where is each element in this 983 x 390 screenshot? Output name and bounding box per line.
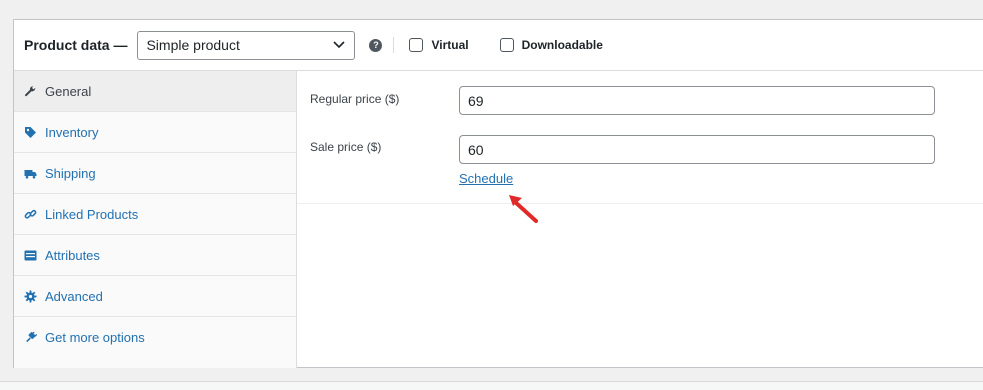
link-icon (24, 208, 37, 221)
tab-advanced[interactable]: Advanced (14, 276, 296, 317)
schedule-link[interactable]: Schedule (459, 171, 513, 186)
tag-icon (24, 126, 37, 139)
plug-icon (24, 331, 37, 344)
pricing-fields: Regular price ($) 69 Sale price ($) 60 S… (297, 71, 983, 223)
product-data-tabs: General Inventory Shipping Linked Produc… (14, 71, 297, 368)
general-tab-panel: Regular price ($) 69 Sale price ($) 60 S… (297, 71, 983, 368)
gear-icon (24, 290, 37, 303)
regular-price-label: Regular price ($) (310, 92, 400, 106)
virtual-checkbox[interactable] (409, 38, 424, 52)
tab-general[interactable]: General (14, 71, 296, 112)
truck-icon (24, 167, 37, 180)
tab-inventory[interactable]: Inventory (14, 112, 296, 153)
tab-attributes[interactable]: Attributes (14, 235, 296, 276)
panel-title: Product data — (24, 37, 128, 53)
virtual-checkbox-option[interactable]: Virtual (409, 38, 469, 52)
tab-linked-products-label: Linked Products (45, 206, 139, 222)
product-type-value: Simple product (146, 37, 240, 53)
downloadable-checkbox-option[interactable]: Downloadable (499, 38, 603, 52)
tab-shipping-label: Shipping (45, 165, 96, 181)
sale-price-input[interactable]: 60 (459, 135, 935, 164)
tab-general-label: General (45, 83, 92, 99)
tab-get-more-options[interactable]: Get more options (14, 317, 296, 358)
sale-price-label: Sale price ($) (310, 140, 382, 154)
virtual-label: Virtual (431, 38, 469, 52)
tab-advanced-label: Advanced (45, 288, 103, 304)
tab-inventory-label: Inventory (45, 124, 99, 140)
product-data-panel: Product data — Simple product ? Virtual … (13, 19, 983, 368)
tab-linked-products[interactable]: Linked Products (14, 194, 296, 235)
page: Product data — Simple product ? Virtual … (0, 0, 983, 390)
tab-attributes-label: Attributes (45, 247, 100, 263)
product-type-select[interactable]: Simple product (137, 30, 356, 60)
tab-shipping[interactable]: Shipping (14, 153, 296, 194)
tab-get-more-options-label: Get more options (45, 330, 145, 345)
product-data-header: Product data — Simple product ? Virtual … (14, 20, 983, 71)
wrench-icon (24, 85, 37, 98)
list-icon (24, 249, 37, 262)
downloadable-label: Downloadable (521, 38, 603, 52)
downloadable-checkbox[interactable] (499, 38, 514, 52)
chevron-down-icon (332, 38, 346, 52)
question-icon[interactable]: ? (369, 38, 383, 52)
header-divider (393, 37, 395, 53)
regular-price-input[interactable]: 69 (459, 86, 935, 115)
annotation-arrow-icon (509, 195, 538, 223)
next-section-edge (0, 381, 983, 390)
